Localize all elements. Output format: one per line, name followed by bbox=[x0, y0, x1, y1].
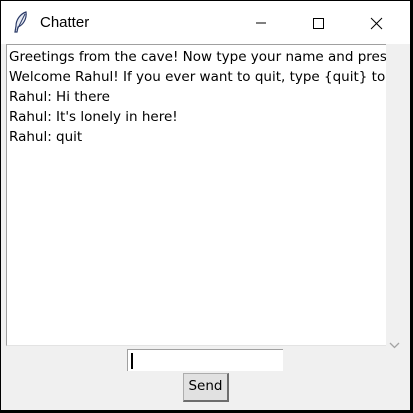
window-title: Chatter bbox=[40, 14, 90, 31]
message-line: Welcome Rahul! If you ever want to quit,… bbox=[9, 69, 386, 85]
vertical-scrollbar[interactable] bbox=[386, 44, 403, 349]
chatter-window: Chatter Greetings from the cave! Now typ… bbox=[0, 0, 411, 411]
minimize-button[interactable] bbox=[238, 1, 284, 44]
message-line: Rahul: Hi there bbox=[9, 89, 110, 105]
message-line: Rahul: quit bbox=[9, 129, 83, 145]
send-button[interactable]: Send bbox=[183, 373, 229, 402]
close-icon bbox=[370, 17, 383, 30]
message-line: Rahul: It's lonely in here! bbox=[9, 109, 178, 125]
message-line: Greetings from the cave! Now type your n… bbox=[9, 49, 386, 65]
maximize-icon bbox=[313, 18, 324, 29]
feather-icon bbox=[13, 11, 29, 33]
message-input[interactable] bbox=[127, 349, 283, 371]
title-bar[interactable]: Chatter bbox=[1, 1, 410, 44]
close-button[interactable] bbox=[353, 1, 399, 44]
chevron-down-icon[interactable] bbox=[389, 336, 400, 349]
maximize-button[interactable] bbox=[295, 1, 341, 44]
message-list[interactable]: Greetings from the cave! Now type your n… bbox=[6, 44, 386, 346]
text-caret bbox=[131, 353, 133, 369]
